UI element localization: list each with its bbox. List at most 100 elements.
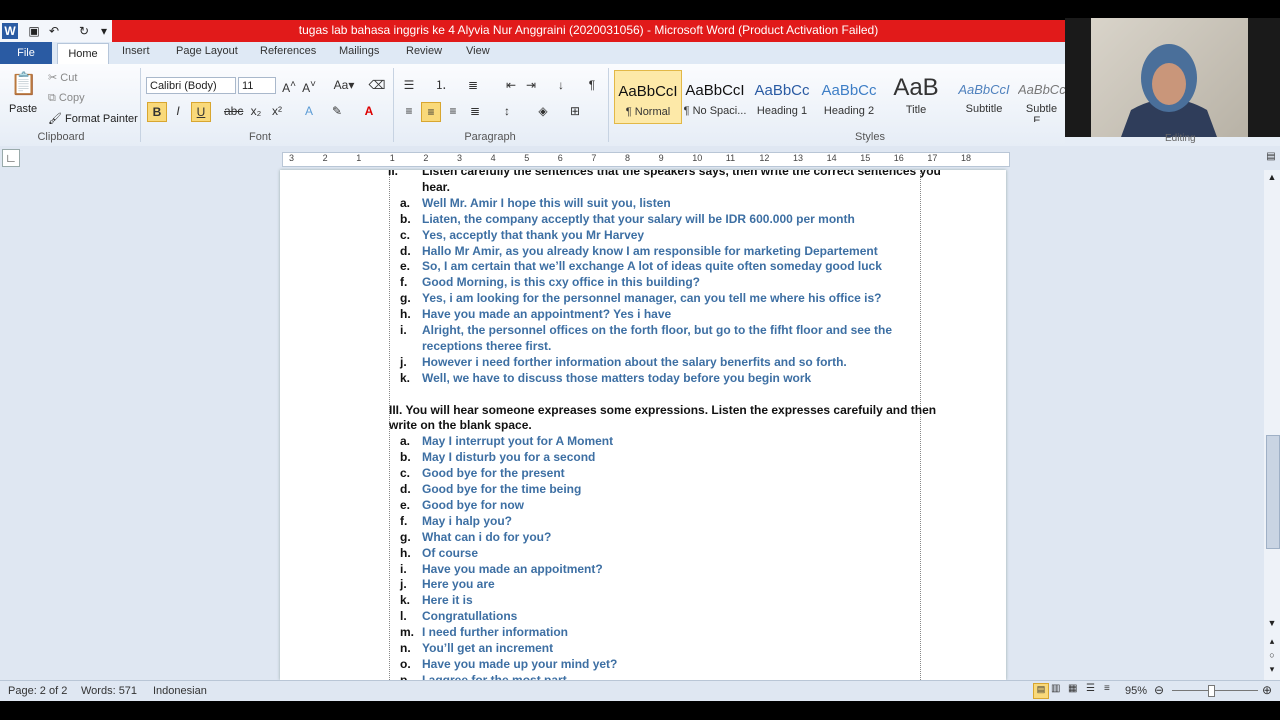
document-line[interactable]: Liaten, the company acceptly that your s… <box>422 212 855 226</box>
style-normal[interactable]: AaBbCcI ¶ Normal <box>614 70 682 124</box>
scroll-up-icon[interactable]: ▲ <box>1266 172 1278 184</box>
document-line[interactable]: May I disturb you for a second <box>422 450 595 464</box>
bold-icon[interactable]: B <box>147 102 167 122</box>
document-page[interactable]: II. Listen carefully the sentences that t… <box>280 170 1006 680</box>
document-line[interactable]: Listen carefully the sentences that the … <box>422 170 941 178</box>
next-page-icon[interactable]: ▾ <box>1266 664 1278 676</box>
strikethrough-icon[interactable]: abc <box>224 102 243 120</box>
tab-page-layout[interactable]: Page Layout <box>176 45 238 57</box>
tab-home[interactable]: Home <box>57 43 109 66</box>
zoom-level[interactable]: 95% <box>1125 685 1147 697</box>
align-right-icon[interactable]: ≡ <box>444 102 462 120</box>
superscript-icon[interactable]: x² <box>268 102 286 120</box>
italic-icon[interactable]: I <box>169 102 187 120</box>
document-line[interactable]: Have you made up your mind yet? <box>422 657 617 671</box>
document-line[interactable]: May i halp you? <box>422 514 512 528</box>
document-line[interactable]: hear. <box>422 180 450 194</box>
style-no-spacing[interactable]: AaBbCcI ¶ No Spaci... <box>682 70 748 122</box>
numbering-icon[interactable]: ⒈ <box>432 76 450 94</box>
document-line[interactable]: Well Mr. Amir I hope this will suit you,… <box>422 196 671 210</box>
document-line[interactable]: You’ll get an increment <box>422 641 553 655</box>
font-name-combo[interactable]: Calibri (Body) <box>146 77 236 94</box>
document-line[interactable]: Well, we have to discuss those matters t… <box>422 371 811 385</box>
section-heading-line[interactable]: III. You will hear someone expreases som… <box>389 403 936 417</box>
tab-review[interactable]: Review <box>406 45 442 57</box>
borders-icon[interactable]: ⊞ <box>566 102 584 120</box>
show-formatting-icon[interactable]: ¶ <box>583 76 601 94</box>
vertical-scrollbar[interactable]: ▲ ▼ ▴ ○ ▾ <box>1264 170 1280 680</box>
bullets-icon[interactable]: ☰ <box>400 76 418 94</box>
subscript-icon[interactable]: x₂ <box>247 102 265 120</box>
document-line[interactable]: I need further information <box>422 625 568 639</box>
section-heading-line[interactable]: write on the blank space. <box>389 418 532 432</box>
style-subtitle[interactable]: AaBbCcI Subtitle <box>951 70 1017 122</box>
view-ruler-icon[interactable]: ▤ <box>1264 150 1278 164</box>
format-painter-button[interactable]: 🖌 Format Painter <box>48 112 138 125</box>
document-line[interactable]: Congratullations <box>422 609 517 623</box>
document-line[interactable]: Good bye for the present <box>422 466 565 480</box>
style-heading-1[interactable]: AaBbCc Heading 1 <box>749 70 815 122</box>
tab-insert[interactable]: Insert <box>122 45 150 57</box>
document-line[interactable]: Good Morning, is this cxy office in this… <box>422 275 700 289</box>
save-icon[interactable]: ▣ <box>26 23 42 39</box>
customize-qat-icon[interactable]: ▾ <box>96 23 112 39</box>
cut-button[interactable]: ✂ Cut <box>48 71 77 84</box>
copy-button[interactable]: ⧉ Copy <box>48 92 85 105</box>
zoom-slider[interactable] <box>1172 690 1258 691</box>
tab-mailings[interactable]: Mailings <box>339 45 379 57</box>
word-app-icon[interactable]: W <box>2 23 18 39</box>
sort-icon[interactable]: ↓ <box>552 76 570 94</box>
tab-references[interactable]: References <box>260 45 316 57</box>
document-line[interactable]: Alright, the personnel offices on the fo… <box>422 323 892 337</box>
document-line[interactable]: Good bye for now <box>422 498 524 512</box>
document-line[interactable]: May I interrupt yout for A Moment <box>422 434 613 448</box>
language-indicator[interactable]: Indonesian <box>153 685 207 697</box>
document-line[interactable]: Here it is <box>422 593 473 607</box>
clear-formatting-icon[interactable]: ⌫ <box>368 76 386 94</box>
style-heading-2[interactable]: AaBbCc Heading 2 <box>816 70 882 122</box>
scroll-thumb[interactable] <box>1266 435 1280 549</box>
print-layout-icon[interactable]: ▤ <box>1033 683 1049 699</box>
zoom-slider-thumb[interactable] <box>1208 685 1215 697</box>
increase-indent-icon[interactable]: ⇥ <box>522 76 540 94</box>
browse-object-icon[interactable]: ○ <box>1266 650 1278 662</box>
document-line[interactable]: Here you are <box>422 577 495 591</box>
page-count[interactable]: Page: 2 of 2 <box>8 685 67 697</box>
document-line[interactable]: Yes, i am looking for the personnel mana… <box>422 291 881 305</box>
draft-icon[interactable]: ≡ <box>1104 683 1110 694</box>
web-layout-icon[interactable]: ▦ <box>1068 683 1077 694</box>
text-effects-icon[interactable]: A <box>300 102 318 120</box>
font-color-icon[interactable]: A <box>360 102 378 120</box>
line-spacing-icon[interactable]: ↕ <box>498 102 516 120</box>
word-count[interactable]: Words: 571 <box>81 685 137 697</box>
document-line[interactable]: Good bye for the time being <box>422 482 581 496</box>
font-size-combo[interactable]: 11 <box>238 77 276 94</box>
style-subtle-emphasis[interactable]: AaBbCc Subtle E... <box>1018 70 1065 122</box>
shrink-font-icon[interactable]: A˅ <box>300 76 318 95</box>
document-line[interactable]: receptions theree first. <box>422 339 551 353</box>
paste-icon[interactable]: 📋 <box>10 70 37 98</box>
align-left-icon[interactable]: ≡ <box>400 102 418 120</box>
align-center-icon[interactable]: ≡ <box>421 102 441 122</box>
underline-icon[interactable]: U <box>191 102 211 122</box>
style-title[interactable]: AaB Title <box>883 70 949 122</box>
document-line[interactable]: However i need forther information about… <box>422 355 847 369</box>
full-screen-reading-icon[interactable]: ▥ <box>1051 683 1060 694</box>
tab-selector-icon[interactable]: ∟ <box>2 149 20 167</box>
document-line[interactable]: Hallo Mr Amir, as you already know I am … <box>422 244 878 258</box>
document-line[interactable]: Have you made an appoitment? <box>422 562 603 576</box>
document-line[interactable]: What can i do for you? <box>422 530 551 544</box>
zoom-in-icon[interactable]: ⊕ <box>1262 683 1272 697</box>
highlight-color-icon[interactable]: ✎ <box>328 102 346 120</box>
multilevel-list-icon[interactable]: ≣ <box>464 76 482 94</box>
justify-icon[interactable]: ≣ <box>466 102 484 120</box>
outline-icon[interactable]: ☰ <box>1086 683 1095 694</box>
grow-font-icon[interactable]: A˄ <box>280 76 298 95</box>
document-line[interactable]: Have you made an appointment? Yes i have <box>422 307 671 321</box>
tab-view[interactable]: View <box>466 45 490 57</box>
redo-icon[interactable]: ↻ <box>76 23 92 39</box>
zoom-out-icon[interactable]: ⊖ <box>1154 683 1164 697</box>
horizontal-ruler[interactable]: 3 2 1 1 2 3 4 5 6 7 8 9 10 11 12 13 14 15 16 17 18 <box>282 152 1010 167</box>
change-case-icon[interactable]: Aa▾ <box>332 76 356 94</box>
decrease-indent-icon[interactable]: ⇤ <box>502 76 520 94</box>
